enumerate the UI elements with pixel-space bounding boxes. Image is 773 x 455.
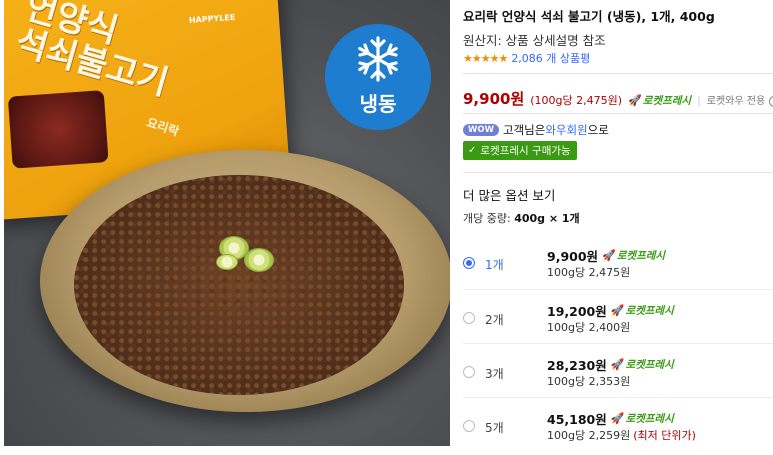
product-origin: 원산지: 상품 상세설명 참조	[463, 33, 606, 48]
rocket-fresh-label: 로켓프레시	[625, 413, 674, 425]
package-subtitle: 요리락	[144, 115, 181, 139]
option-radio[interactable]	[463, 366, 475, 378]
rocket-icon: 🚀	[602, 249, 616, 262]
rocket-fresh-badge: 🚀 로켓프레시	[602, 248, 665, 263]
option-per: 100g당 2,259원	[547, 429, 631, 442]
option-price-row: 9,900원 🚀 로켓프레시	[547, 246, 665, 265]
option-item[interactable]: 3개 28,230원 🚀 로켓프레시 100g당 2,353원	[463, 355, 773, 407]
divider	[463, 172, 773, 173]
option-qty: 1개	[485, 258, 504, 272]
divider	[463, 113, 773, 114]
divider	[463, 289, 773, 290]
rating-row[interactable]: ★★★★★ 2,086 개 상품평	[463, 50, 590, 66]
check-icon: ✓	[468, 145, 477, 156]
option-radio[interactable]	[463, 312, 475, 324]
option-per: 100g당 2,475원	[547, 266, 631, 279]
star-rating-icon: ★★★★★	[463, 51, 508, 65]
option-unit-price: 100g당 2,353원	[547, 373, 633, 389]
rocket-fresh-badge: 🚀 로켓프레시	[611, 411, 674, 426]
wow-member-link[interactable]: 와우회원	[545, 122, 587, 138]
product-title: 요리락 언양식 석쇠 불고기 (냉동), 1개, 400g	[463, 9, 715, 24]
rocket-fresh-available-label: 로켓프레시 구매가능	[480, 145, 571, 157]
option-price: 28,230원	[547, 358, 607, 373]
review-count-link[interactable]: 2,086 개 상품평	[511, 50, 590, 66]
rocket-icon: 🚀	[610, 304, 625, 317]
rocket-wow-only: 로켓와우 전용	[706, 96, 766, 107]
wow-text-after: 으로	[587, 123, 609, 137]
option-price: 45,180원	[547, 412, 607, 427]
option-price-row: 45,180원 🚀 로켓프레시	[547, 409, 674, 428]
package-brand: HAPPYLEE	[188, 12, 236, 25]
option-note: (최저 단위가)	[633, 429, 696, 442]
scallion-garnish	[244, 248, 274, 272]
rocket-icon: 🚀	[610, 358, 625, 371]
rocket-fresh-badge: 🚀 로켓프레시	[611, 303, 674, 318]
rocket-fresh-label: 로켓프레시	[625, 305, 674, 317]
bulgogi-meat	[74, 175, 404, 395]
wow-text-before: 고객님은	[502, 123, 546, 137]
option-unit-price: 100g당 2,400원	[547, 319, 633, 335]
wow-member-row: WOW 고객님은 와우회원 으로	[463, 122, 609, 138]
option-qty: 5개	[485, 421, 504, 435]
option-qty: 2개	[485, 313, 504, 327]
unit-weight: 개당 중량: 400g × 1개	[463, 210, 580, 226]
option-item[interactable]: 2개 19,200원 🚀 로켓프레시 100g당 2,400원	[463, 301, 773, 353]
option-unit-price: 100g당 2,475원	[547, 264, 633, 280]
more-options-heading[interactable]: 더 많은 옵션 보기	[463, 185, 555, 204]
option-price-row: 28,230원 🚀 로켓프레시	[547, 355, 674, 374]
option-unit-price: 100g당 2,259원 (최저 단위가)	[547, 427, 696, 443]
option-item[interactable]: 5개 45,180원 🚀 로켓프레시 100g당 2,259원 (최저 단위가)	[463, 409, 773, 455]
option-per: 100g당 2,353원	[547, 375, 631, 388]
rocket-fresh-badge: 🚀 로켓프레시	[628, 93, 691, 108]
rocket-icon: 🚀	[628, 94, 642, 107]
option-price: 9,900원	[547, 249, 599, 264]
rocket-fresh-badge: 🚀 로켓프레시	[611, 357, 674, 372]
separator: |	[697, 94, 701, 107]
rocket-fresh-available-badge: ✓ 로켓프레시 구매가능	[463, 141, 577, 160]
rocket-icon: 🚀	[610, 412, 625, 425]
divider	[463, 73, 773, 74]
option-per: 100g당 2,400원	[547, 321, 631, 334]
snowflake-icon	[358, 35, 398, 82]
option-item[interactable]: 1개 9,900원 🚀 로켓프레시 100g당 2,475원	[463, 246, 773, 298]
unit-weight-label: 개당 중량:	[463, 212, 511, 225]
divider	[463, 343, 773, 344]
scallion-garnish	[216, 254, 238, 270]
price-row: 9,900원 (100g당 2,475원) 🚀 로켓프레시 | 로켓와우 전용 …	[463, 88, 773, 109]
info-icon[interactable]: i	[769, 96, 773, 107]
option-qty: 3개	[485, 367, 504, 381]
option-radio[interactable]	[463, 257, 475, 269]
rocket-fresh-label: 로켓프레시	[616, 250, 666, 262]
unit-weight-value: 400g × 1개	[514, 212, 580, 225]
option-price-row: 19,200원 🚀 로켓프레시	[547, 301, 674, 320]
frozen-badge: 냉동	[325, 24, 431, 130]
option-price: 19,200원	[547, 304, 607, 319]
option-radio[interactable]	[463, 420, 475, 432]
unit-price: (100g당 2,475원)	[530, 94, 623, 107]
product-image[interactable]: 언양식 석쇠불고기 요리락 HAPPYLEE 냉동	[4, 0, 450, 446]
rocket-fresh-label: 로켓프레시	[625, 359, 674, 371]
divider	[463, 397, 773, 398]
package-window	[7, 90, 109, 169]
frozen-label: 냉동	[359, 91, 397, 116]
sale-price: 9,900원	[463, 90, 525, 108]
rocket-fresh-label: 로켓프레시	[642, 95, 692, 107]
wow-badge: WOW	[463, 124, 499, 136]
package-title: 언양식 석쇠불고기	[11, 0, 173, 104]
